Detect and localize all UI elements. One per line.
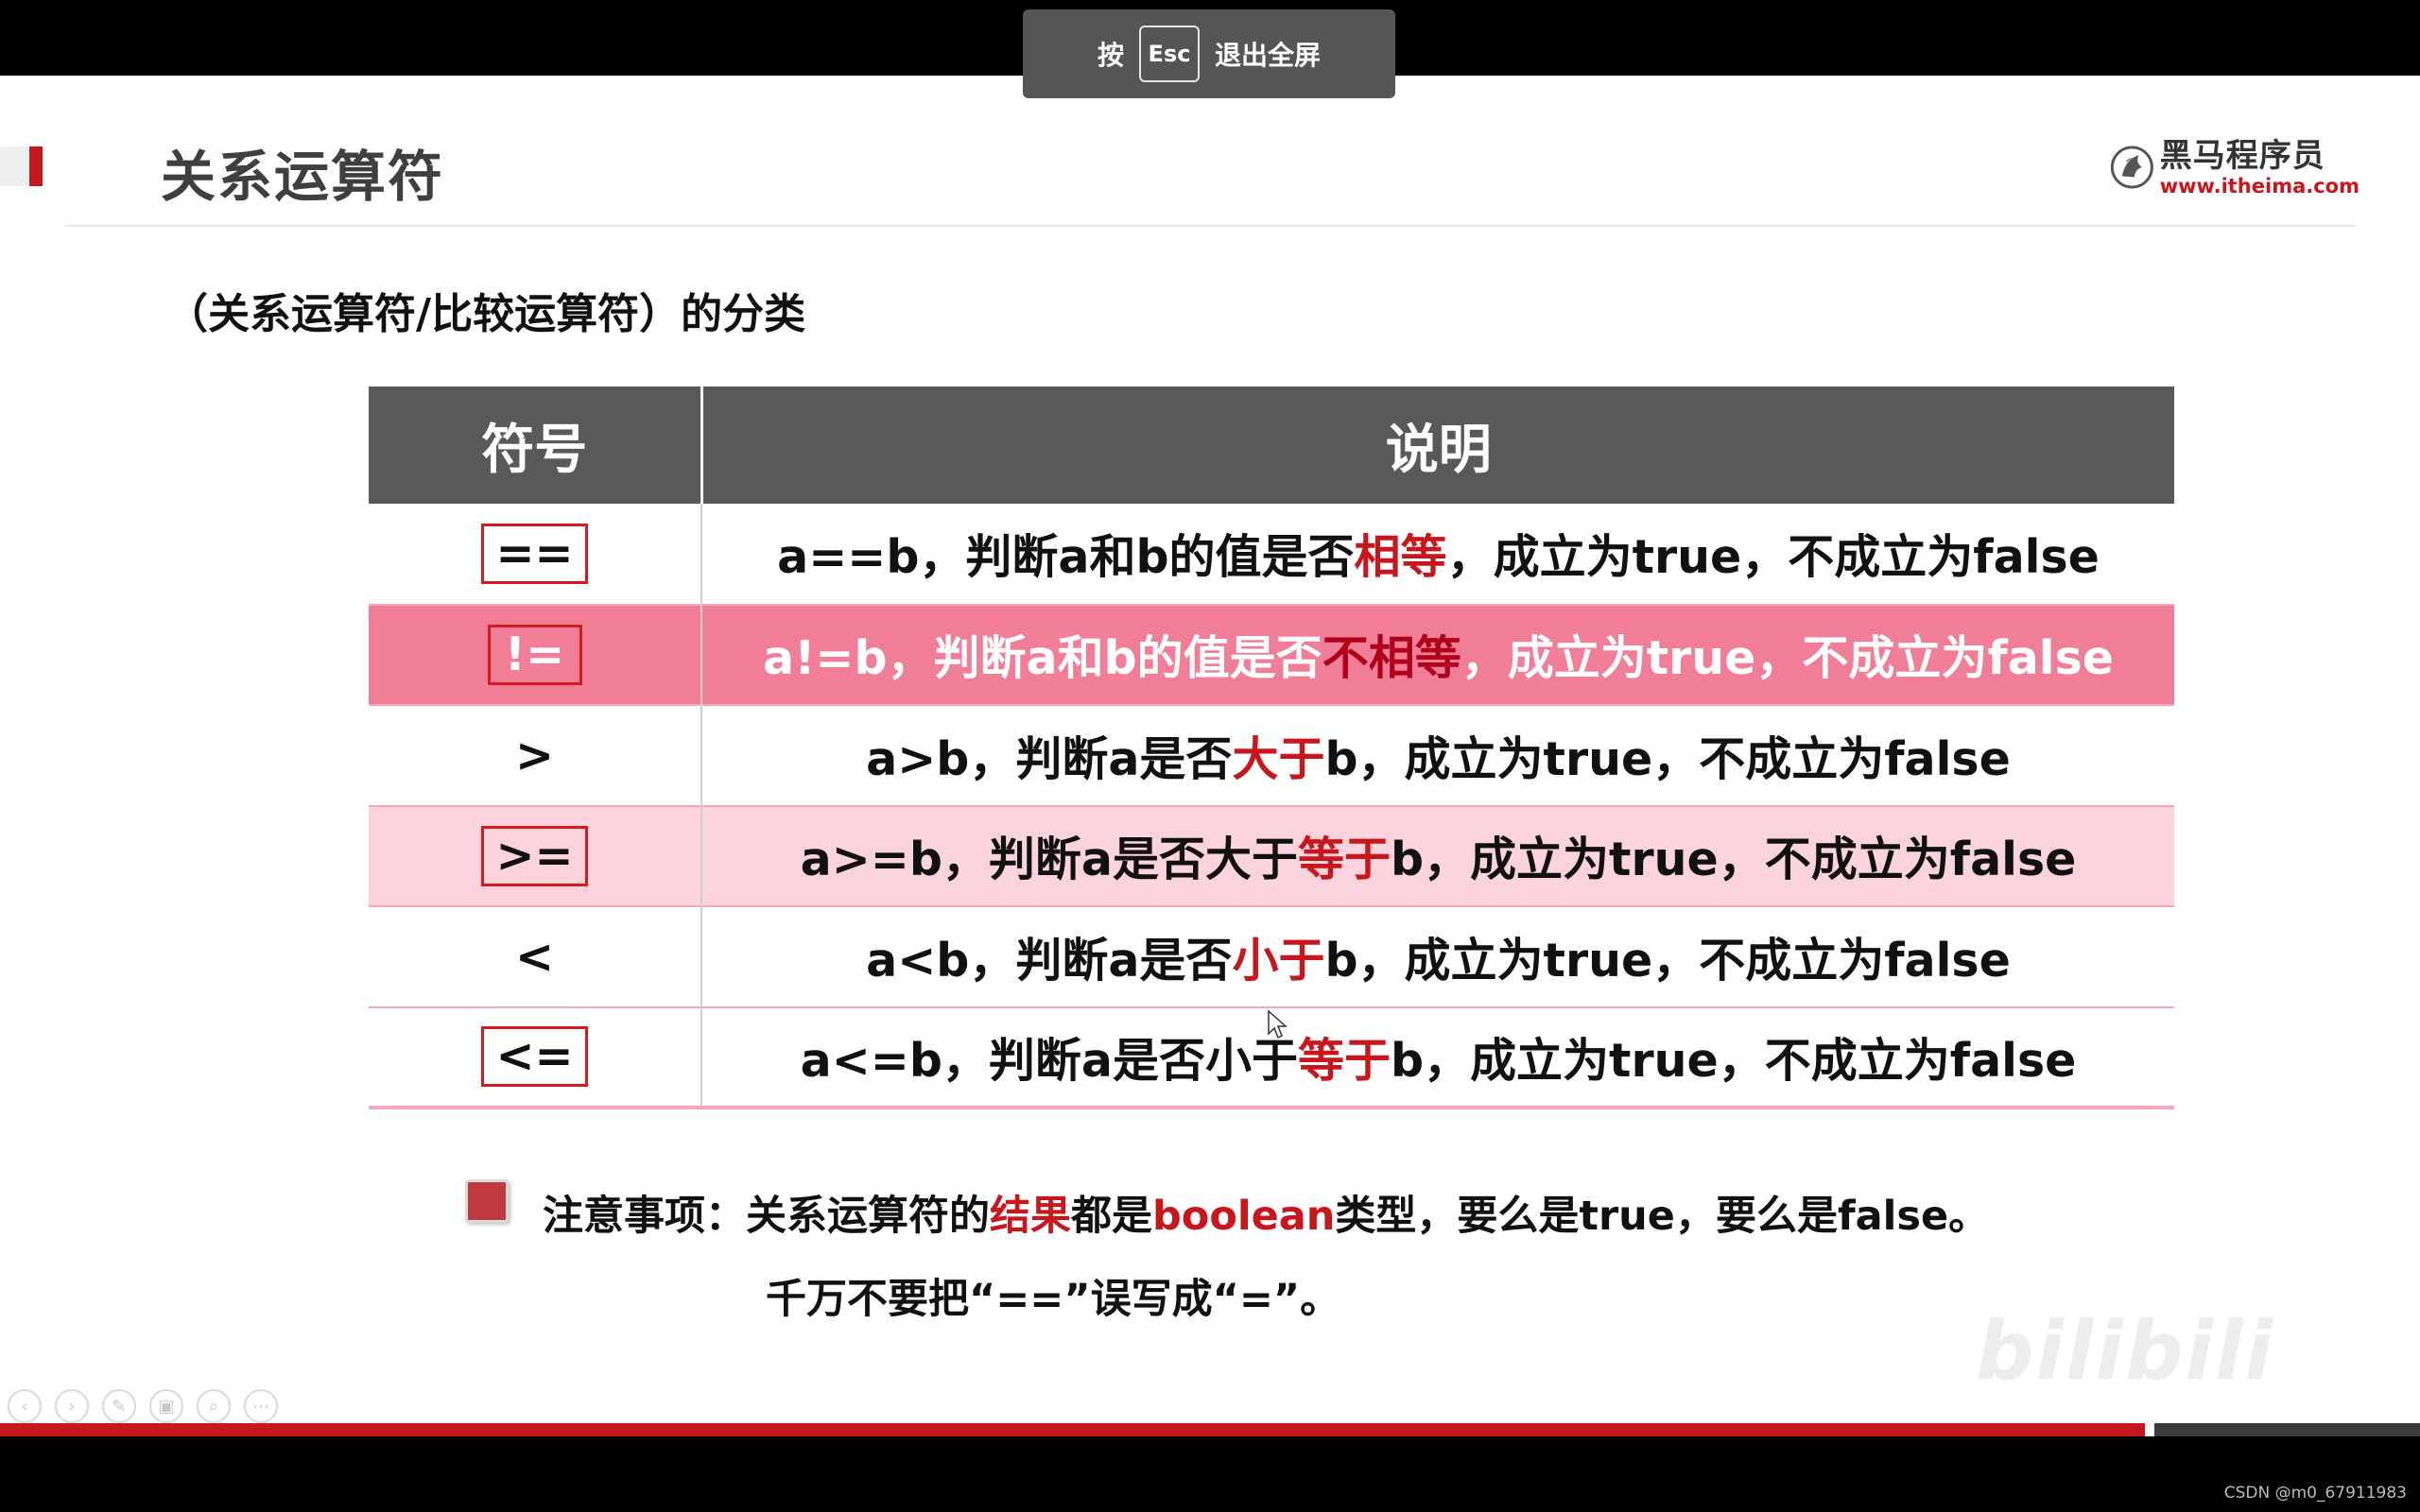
slide-progress-bar [0, 1423, 2420, 1436]
note-line-2: 千万不要把“==”误写成“=”。 [766, 1276, 1341, 1323]
description-text: a<=b，判断a是否小于 [800, 1033, 1298, 1088]
progress-separator [2144, 1423, 2154, 1436]
note-highlight-boolean: boolean [1152, 1193, 1336, 1240]
description-text: a>=b，判断a是否大于 [800, 833, 1298, 887]
description-text: a==b，判断a和b的值是否 [777, 530, 1355, 585]
operator-symbol: >= [481, 825, 588, 886]
note-bullet-icon [465, 1179, 509, 1223]
presentation-slide: 关系运算符 黑马程序员 www.itheima.com （关系运算符/比较运算符… [0, 76, 2420, 1436]
operator-symbol: == [481, 523, 588, 584]
description-highlight: 小于 [1232, 933, 1325, 988]
operator-symbol: <= [481, 1026, 588, 1088]
operator-symbol-cell: <= [369, 1006, 702, 1108]
slide-title: 关系运算符 [161, 145, 445, 209]
operator-description-cell: a>=b，判断a是否大于等于b，成立为true，不成立为false [701, 805, 2174, 906]
table-row: >= a>=b，判断a是否大于等于b，成立为true，不成立为false [369, 805, 2174, 906]
description-highlight: 相等 [1354, 530, 1447, 585]
exit-fullscreen-hint[interactable]: 按 Esc 退出全屏 [1023, 9, 1395, 98]
description-text: b，成立为true，不成立为false [1390, 833, 2077, 887]
operator-description-cell: a==b，判断a和b的值是否相等，成立为true，不成立为false [701, 504, 2174, 605]
slideshow-controls: ‹ › ✎ ▣ ⌕ ⋯ [8, 1389, 278, 1423]
operator-symbol: != [487, 624, 582, 685]
bilibili-watermark: bilibili [1976, 1304, 2274, 1399]
pen-icon[interactable]: ✎ [102, 1389, 136, 1423]
operator-symbol-cell: != [369, 604, 702, 705]
operator-description-cell: a<=b，判断a是否小于等于b，成立为true，不成立为false [701, 1006, 2174, 1108]
description-text: a!=b，判断a和b的值是否 [763, 631, 1322, 686]
table-row: != a!=b，判断a和b的值是否不相等，成立为true，不成立为false [369, 604, 2174, 705]
note-text: 都是 [1071, 1193, 1152, 1240]
operator-description-cell: a!=b，判断a和b的值是否不相等，成立为true，不成立为false [701, 604, 2174, 705]
note-line-1: 注意事项：关系运算符的结果都是boolean类型，要么是true，要么是fals… [543, 1183, 1989, 1242]
operators-table: 符号 说明 == a==b，判断a和b的值是否相等，成立为true，不成立为fal… [369, 387, 2174, 1109]
table-row: < a<b，判断a是否小于b，成立为true，不成立为false [369, 906, 2174, 1007]
table-header-row: 符号 说明 [369, 387, 2174, 504]
note-text: 注意事项：关系运算符的 [543, 1193, 990, 1240]
logo-name: 黑马程序员 [2159, 137, 2325, 175]
header-symbol: 符号 [369, 387, 703, 504]
zoom-icon[interactable]: ⌕ [197, 1389, 231, 1423]
description-highlight: 等于 [1297, 833, 1391, 887]
note-text: 类型，要么是true，要么是false。 [1335, 1193, 1990, 1240]
brand-logo: 黑马程序员 www.itheima.com [2110, 129, 2360, 206]
header-description: 说明 [701, 387, 2174, 504]
description-text: b，成立为true，不成立为false [1390, 1033, 2077, 1088]
title-accent-gray [0, 146, 28, 186]
section-subtitle: （关系运算符/比较运算符）的分类 [166, 290, 806, 338]
more-icon[interactable]: ⋯ [244, 1389, 278, 1423]
description-text: b，成立为true，不成立为false [1324, 731, 2011, 786]
description-text: ，成立为true，不成立为false [1461, 631, 2114, 686]
title-accent-red [29, 146, 43, 186]
horse-logo-icon [2110, 146, 2153, 189]
table-row: == a==b，判断a和b的值是否相等，成立为true，不成立为false [369, 504, 2174, 605]
description-highlight: 等于 [1297, 1033, 1391, 1088]
mouse-cursor-icon [1268, 1009, 1288, 1040]
title-divider [64, 225, 2356, 227]
note-highlight-result: 结果 [990, 1193, 1071, 1240]
table-row: > a>b，判断a是否大于b，成立为true，不成立为false [369, 705, 2174, 806]
description-text: a<b，判断a是否 [866, 933, 1233, 988]
logo-url: www.itheima.com [2159, 175, 2360, 198]
operator-symbol-cell: > [369, 705, 702, 806]
letterbox-bottom [0, 1436, 2420, 1512]
description-highlight: 不相等 [1322, 631, 1461, 686]
description-text: ，成立为true，不成立为false [1446, 530, 2100, 585]
operator-symbol-cell: == [369, 504, 702, 605]
description-text: b，成立为true，不成立为false [1324, 933, 2011, 988]
operator-symbol-cell: < [369, 906, 702, 1007]
operator-description-cell: a<b，判断a是否小于b，成立为true，不成立为false [701, 906, 2174, 1007]
description-text: a>b，判断a是否 [866, 731, 1233, 786]
esc-key: Esc [1139, 26, 1200, 82]
operator-symbol: < [514, 929, 555, 984]
pages-icon[interactable]: ▣ [149, 1389, 183, 1423]
prev-slide-icon[interactable]: ‹ [8, 1389, 42, 1423]
operator-symbol: > [514, 728, 555, 782]
hint-action: 退出全屏 [1215, 40, 1322, 71]
operator-description-cell: a>b，判断a是否大于b，成立为true，不成立为false [701, 705, 2174, 806]
next-slide-icon[interactable]: › [55, 1389, 89, 1423]
description-highlight: 大于 [1232, 731, 1325, 786]
csdn-credit: CSDN @m0_67911983 [2223, 1484, 2407, 1503]
operator-symbol-cell: >= [369, 805, 702, 906]
hint-press: 按 [1097, 40, 1124, 71]
progress-fill [0, 1423, 2147, 1436]
